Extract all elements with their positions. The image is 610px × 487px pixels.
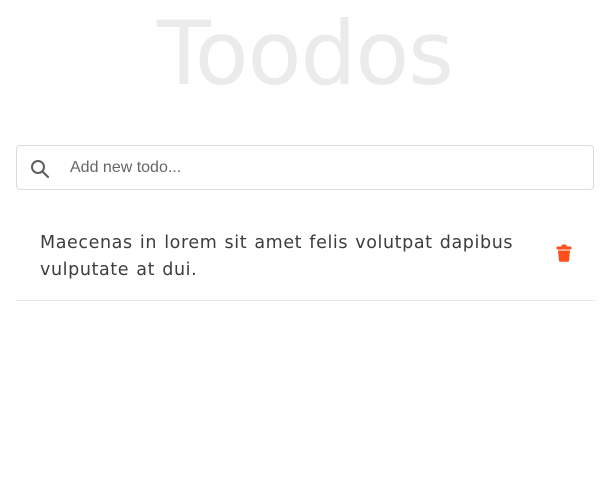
new-todo-box[interactable] bbox=[16, 145, 594, 190]
delete-todo-button[interactable] bbox=[556, 244, 572, 262]
todo-list: Maecenas in lorem sit amet felis volutpa… bbox=[16, 212, 596, 301]
trash-icon bbox=[556, 244, 572, 265]
todo-text: Maecenas in lorem sit amet felis volutpa… bbox=[40, 233, 514, 280]
new-todo-input[interactable] bbox=[70, 146, 580, 189]
page-title: Toodos bbox=[156, 2, 454, 105]
todo-app: Toodos Maecenas in lorem sit amet felis … bbox=[0, 0, 610, 487]
search-icon bbox=[30, 159, 50, 179]
todo-item: Maecenas in lorem sit amet felis volutpa… bbox=[16, 212, 596, 301]
